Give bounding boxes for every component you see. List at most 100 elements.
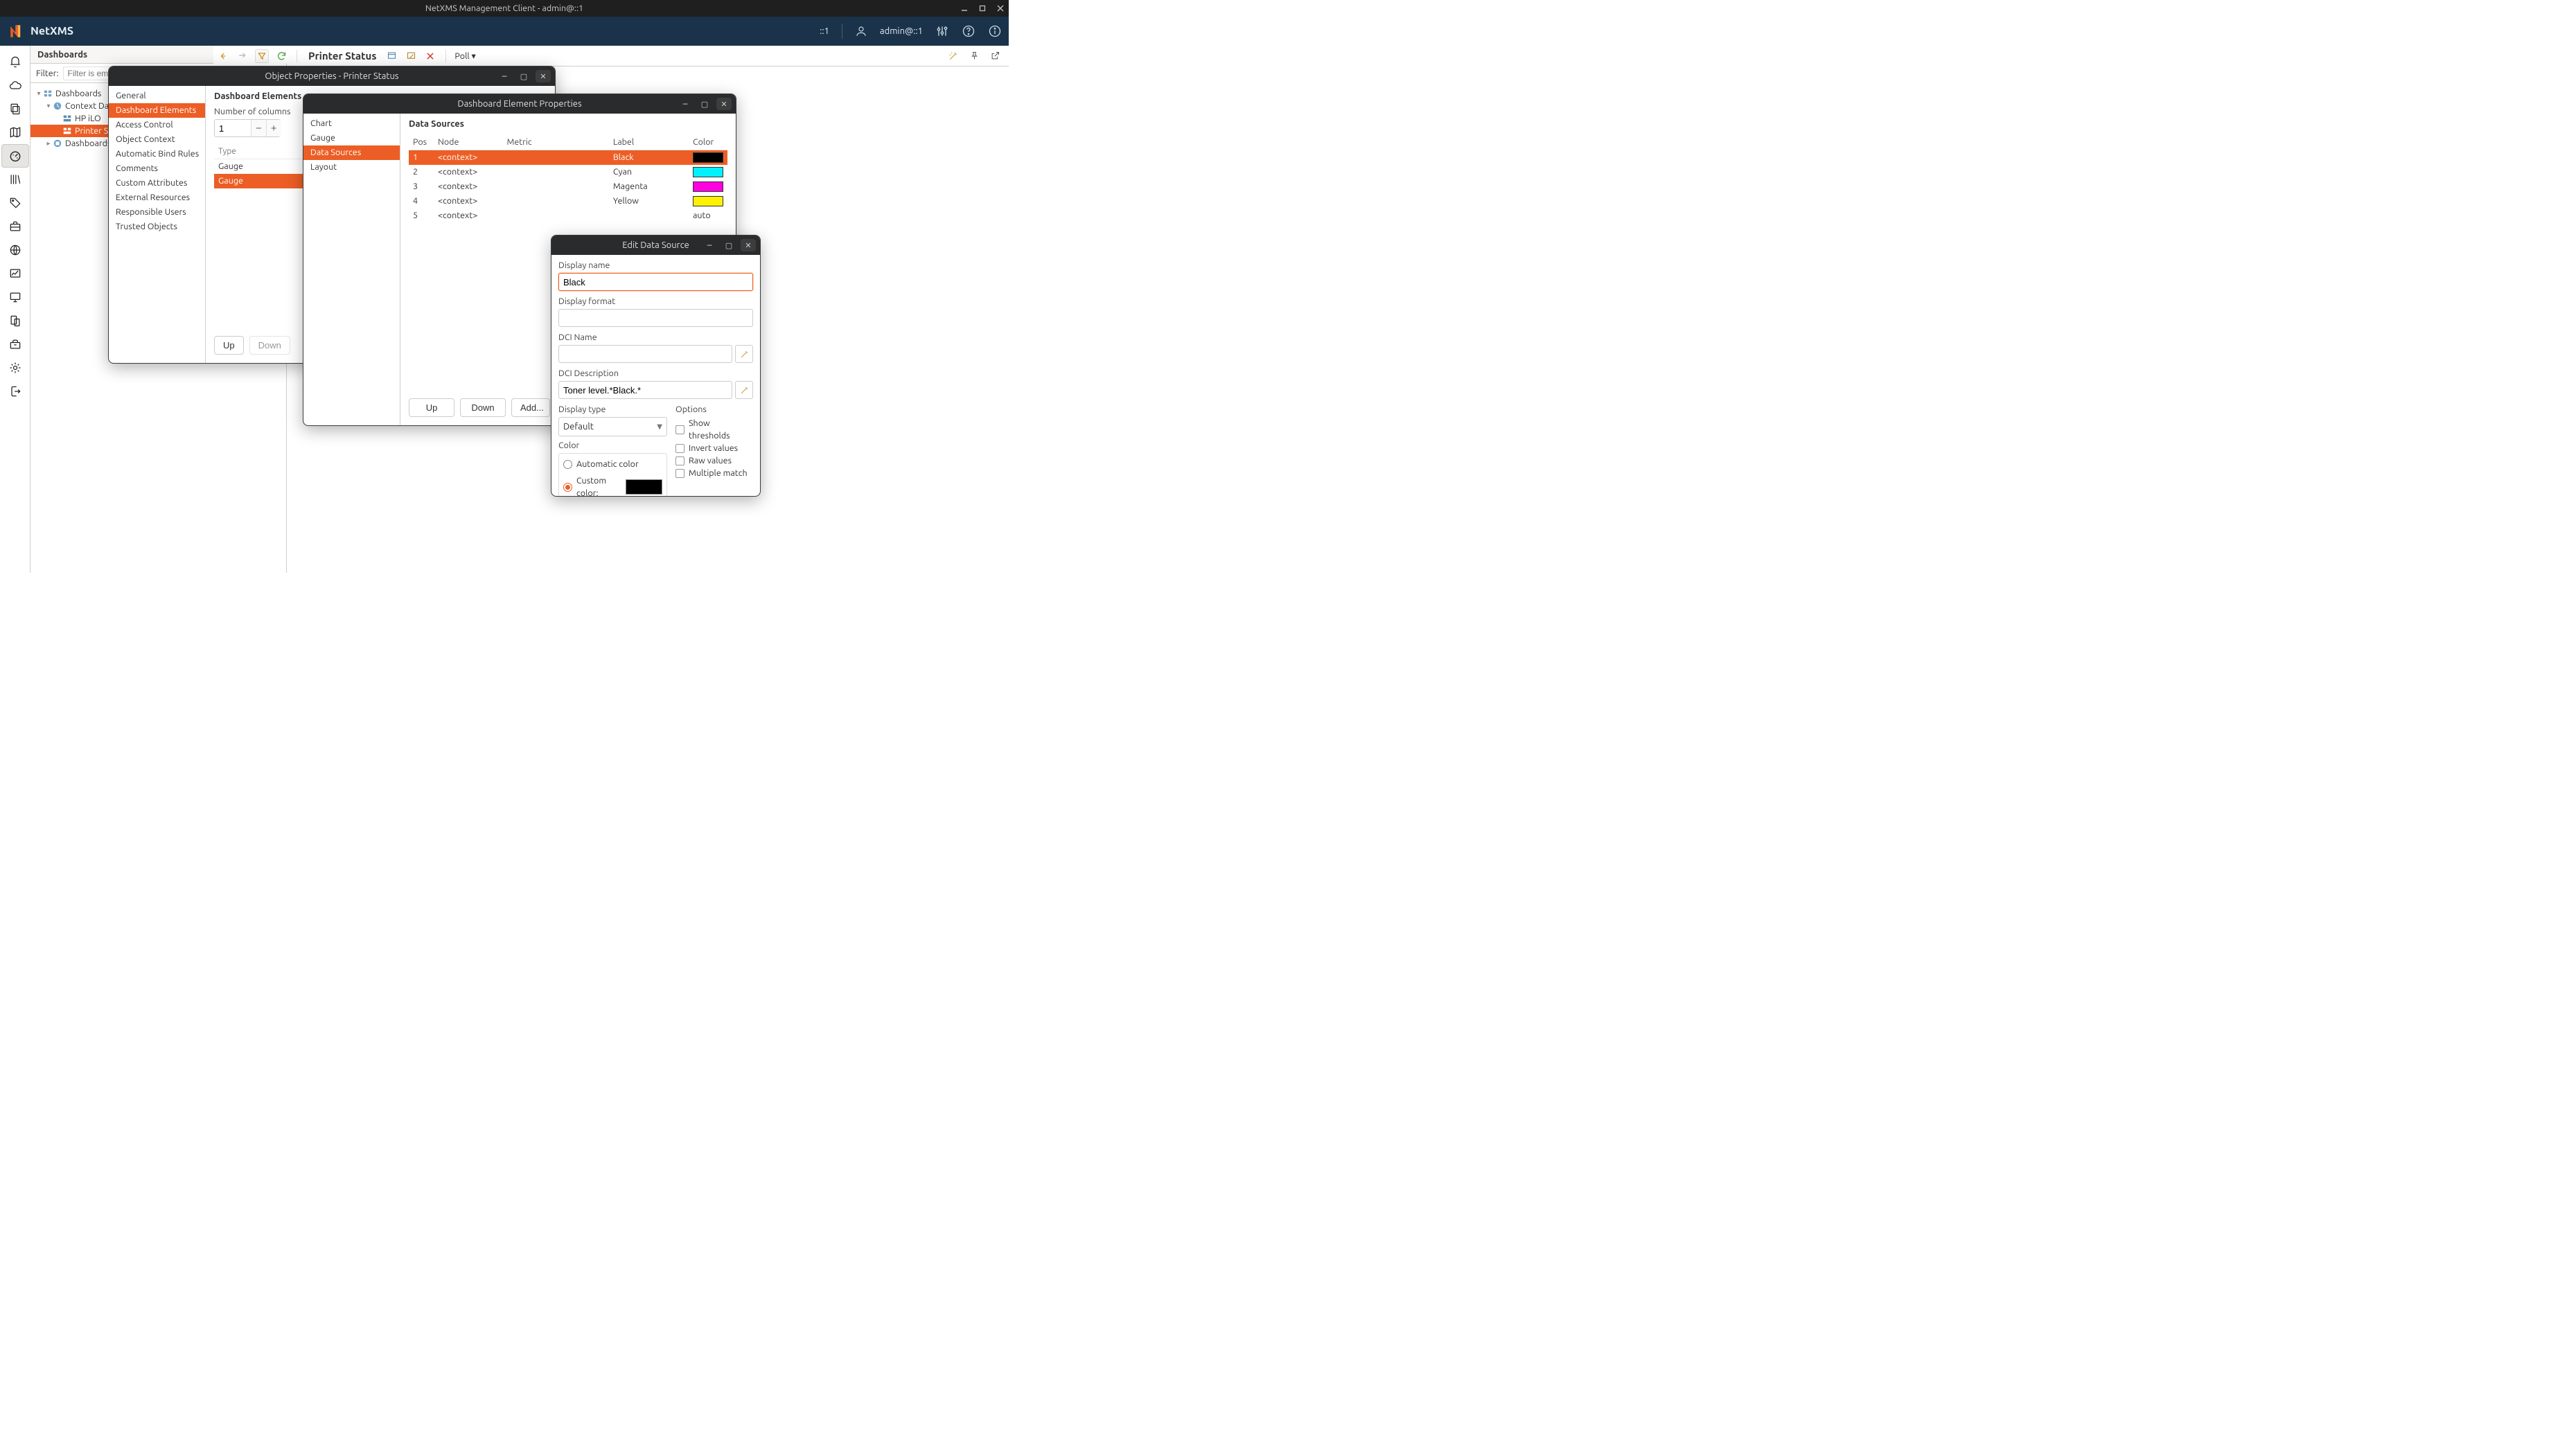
ds-row[interactable]: 3<context>Magenta — [409, 179, 727, 194]
dialog-obj-close-icon[interactable]: ✕ — [536, 70, 551, 82]
rail-briefcase[interactable] — [1, 215, 29, 238]
nav-data-sources[interactable]: Data Sources — [303, 145, 400, 160]
lbl-dci-desc: DCI Description — [558, 369, 753, 378]
nav-trusted[interactable]: Trusted Objects — [109, 220, 205, 234]
dialog-elem-close-icon[interactable]: ✕ — [716, 98, 732, 110]
col-node[interactable]: Node — [434, 134, 503, 150]
rail-copy[interactable] — [1, 97, 29, 121]
elem-up-button[interactable]: Up — [409, 398, 454, 417]
dialog-elem-titlebar[interactable]: Dashboard Element Properties ─ ▢ ✕ — [303, 94, 736, 114]
col-metric[interactable]: Metric — [502, 134, 608, 150]
ds-row[interactable]: 2<context>Cyan — [409, 165, 727, 179]
rail-alarms[interactable] — [1, 50, 29, 73]
filter-toggle-icon[interactable] — [255, 49, 269, 63]
rail-monitor[interactable] — [1, 285, 29, 309]
elem-down-button[interactable]: Down — [460, 398, 506, 417]
tool-view-icon[interactable] — [385, 49, 398, 63]
num-cols-input[interactable] — [215, 123, 251, 134]
input-dci-desc[interactable] — [558, 381, 732, 399]
dci-desc-wand-icon[interactable] — [735, 381, 753, 399]
nav-ext-res[interactable]: External Resources — [109, 190, 205, 205]
data-sources-table[interactable]: Pos Node Metric Label Color 1<context>Bl… — [409, 134, 727, 223]
nav-custom-attrs[interactable]: Custom Attributes — [109, 176, 205, 190]
custom-color-swatch[interactable] — [626, 479, 662, 495]
obj-up-button[interactable]: Up — [214, 336, 244, 355]
nav-resp-users[interactable]: Responsible Users — [109, 205, 205, 220]
rail-device[interactable] — [1, 309, 29, 332]
dialog-obj-title: Object Properties - Printer Status — [265, 71, 398, 81]
dialog-ds-titlebar[interactable]: Edit Data Source ─ ▢ ✕ — [551, 236, 760, 255]
color-swatch — [693, 196, 723, 206]
lbl-display-name: Display name — [558, 260, 753, 270]
help-icon[interactable] — [962, 24, 975, 38]
radio-custom-color[interactable]: Custom color: — [563, 474, 662, 497]
rail-globe[interactable] — [1, 238, 29, 262]
tool-pin-icon[interactable] — [967, 49, 981, 63]
rail-toolbox[interactable] — [1, 332, 29, 356]
elem-add-button[interactable]: Add... — [511, 398, 550, 417]
dialog-elem-maximize-icon[interactable]: ▢ — [697, 98, 712, 110]
check-invert[interactable]: Invert values — [675, 442, 753, 454]
check-multiple[interactable]: Multiple match — [675, 467, 753, 479]
nav-layout[interactable]: Layout — [303, 160, 400, 175]
rail-cloud[interactable] — [1, 73, 29, 97]
rail-logout[interactable] — [1, 380, 29, 403]
nav-general[interactable]: General — [109, 89, 205, 103]
dialog-obj-maximize-icon[interactable]: ▢ — [516, 70, 531, 82]
dialog-ds-close-icon[interactable]: ✕ — [741, 239, 756, 251]
dialog-elem-minimize-icon[interactable]: ─ — [678, 98, 693, 110]
col-pos[interactable]: Pos — [409, 134, 434, 150]
back-icon[interactable] — [216, 49, 230, 63]
select-display-type[interactable]: Default ▼ — [558, 417, 667, 436]
nav-comments[interactable]: Comments — [109, 161, 205, 176]
check-raw[interactable]: Raw values — [675, 454, 753, 467]
check-thresholds[interactable]: Show thresholds — [675, 417, 753, 442]
user-name[interactable]: admin@::1 — [880, 26, 923, 36]
obj-nav: General Dashboard Elements Access Contro… — [109, 86, 206, 363]
tool-wand-icon[interactable] — [946, 49, 960, 63]
obj-down-button[interactable]: Down — [249, 336, 290, 355]
input-display-name[interactable] — [558, 273, 753, 291]
nav-auto-bind[interactable]: Automatic Bind Rules — [109, 147, 205, 161]
num-cols-minus[interactable]: − — [251, 120, 266, 136]
dialog-ds-minimize-icon[interactable]: ─ — [702, 239, 717, 251]
dci-name-wand-icon[interactable] — [735, 345, 753, 363]
refresh-icon[interactable] — [274, 49, 288, 63]
dialog-obj-minimize-icon[interactable]: ─ — [497, 70, 512, 82]
col-label[interactable]: Label — [609, 134, 689, 150]
input-display-format[interactable] — [558, 309, 753, 327]
os-titlebar[interactable]: NetXMS Management Client - admin@::1 — [0, 0, 1009, 17]
col-color[interactable]: Color — [689, 134, 727, 150]
window-close-icon[interactable] — [996, 4, 1005, 12]
tool-popout-icon[interactable] — [988, 49, 1002, 63]
rail-map[interactable] — [1, 121, 29, 144]
rail-chart[interactable] — [1, 262, 29, 285]
input-dci-name[interactable] — [558, 345, 732, 363]
ds-row[interactable]: 5<context>auto — [409, 208, 727, 223]
info-icon[interactable] — [988, 24, 1002, 38]
num-cols-stepper[interactable]: − + — [214, 119, 281, 137]
tool-edit-icon[interactable] — [404, 49, 418, 63]
ds-row[interactable]: 1<context>Black — [409, 150, 727, 166]
nav-dashboard-elements[interactable]: Dashboard Elements — [109, 103, 205, 118]
dialog-edit-data-source[interactable]: Edit Data Source ─ ▢ ✕ Display name Disp… — [551, 235, 761, 497]
poll-dropdown[interactable]: Poll ▾ — [454, 51, 475, 61]
nav-gauge[interactable]: Gauge — [303, 131, 400, 145]
rail-tags[interactable] — [1, 191, 29, 215]
forward-icon[interactable]: ➔ — [236, 49, 249, 63]
ds-row[interactable]: 4<context>Yellow — [409, 194, 727, 208]
dialog-obj-titlebar[interactable]: Object Properties - Printer Status ─ ▢ ✕ — [109, 66, 555, 86]
window-minimize-icon[interactable] — [960, 4, 969, 12]
tool-delete-icon[interactable] — [423, 49, 437, 63]
rail-gear[interactable] — [1, 356, 29, 380]
dialog-ds-maximize-icon[interactable]: ▢ — [721, 239, 736, 251]
nav-object-context[interactable]: Object Context — [109, 132, 205, 147]
radio-auto-color[interactable]: Automatic color — [563, 458, 662, 470]
settings-sliders-icon[interactable] — [935, 24, 949, 38]
nav-access-control[interactable]: Access Control — [109, 118, 205, 132]
num-cols-plus[interactable]: + — [266, 120, 281, 136]
rail-dashboard[interactable] — [1, 144, 29, 168]
window-maximize-icon[interactable] — [978, 4, 987, 12]
nav-chart[interactable]: Chart — [303, 116, 400, 131]
rail-library[interactable] — [1, 168, 29, 191]
